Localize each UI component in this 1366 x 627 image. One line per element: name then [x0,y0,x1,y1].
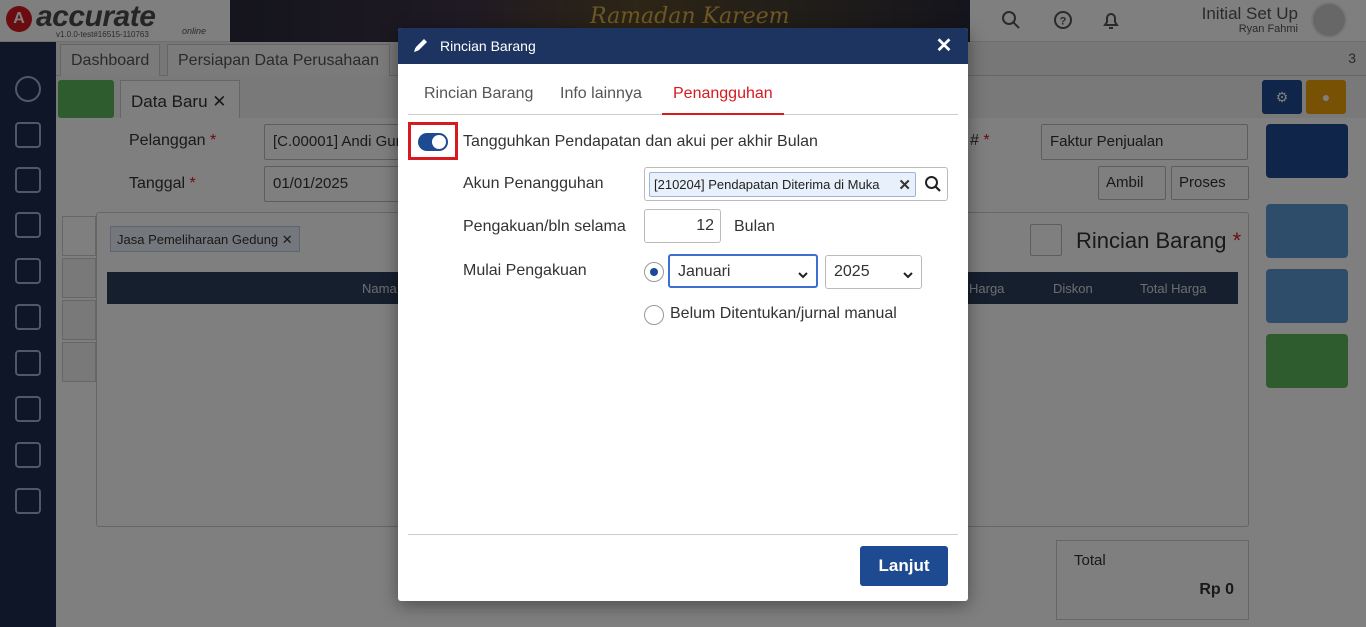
chevron-down-icon [798,267,808,279]
pencil-icon [412,36,432,56]
bulan-select[interactable]: Januari [668,254,818,288]
tahun-select[interactable]: 2025 [825,255,922,289]
akun-penangguhan-label: Akun Penangguhan [463,175,604,192]
tab-rincian-barang[interactable]: Rincian Barang [424,80,533,115]
chevron-down-icon [903,267,913,279]
pengakuan-unit: Bulan [734,218,775,235]
radio-periode[interactable] [644,262,664,282]
lanjut-button[interactable]: Lanjut [860,546,948,586]
defer-revenue-label: Tangguhkan Pendapatan dan akui per akhir… [463,133,818,150]
radio-manual-label: Belum Ditentukan/jurnal manual [670,305,897,322]
akun-chip[interactable]: [210204] Pendapatan Diterima di Muka ✕ [649,172,916,197]
tab-info-lainnya[interactable]: Info lainnya [560,80,642,115]
pengakuan-input[interactable] [644,209,721,243]
modal-tabs: Rincian Barang Info lainnya Penangguhan [408,80,958,115]
tab-penangguhan[interactable]: Penangguhan [662,80,784,115]
modal-header: Rincian Barang ✕ [398,28,968,64]
close-icon[interactable]: ✕ [932,34,956,58]
akun-search-icon[interactable] [924,175,944,195]
bulan-select-value: Januari [678,263,731,280]
akun-chip-label: [210204] Pendapatan Diterima di Muka [654,177,880,192]
remove-akun-icon[interactable]: ✕ [898,176,911,194]
radio-manual[interactable] [644,305,664,325]
toggle-knob [432,135,446,149]
defer-revenue-toggle[interactable] [418,133,448,151]
mulai-pengakuan-label: Mulai Pengakuan [463,262,587,279]
akun-penangguhan-field[interactable]: [210204] Pendapatan Diterima di Muka ✕ [644,167,948,201]
pengakuan-label: Pengakuan/bln selama [463,218,626,235]
tahun-select-value: 2025 [834,263,870,280]
rincian-barang-modal: Rincian Barang ✕ Rincian Barang Info lai… [398,28,968,601]
modal-divider [408,534,958,535]
modal-title: Rincian Barang [440,38,536,54]
